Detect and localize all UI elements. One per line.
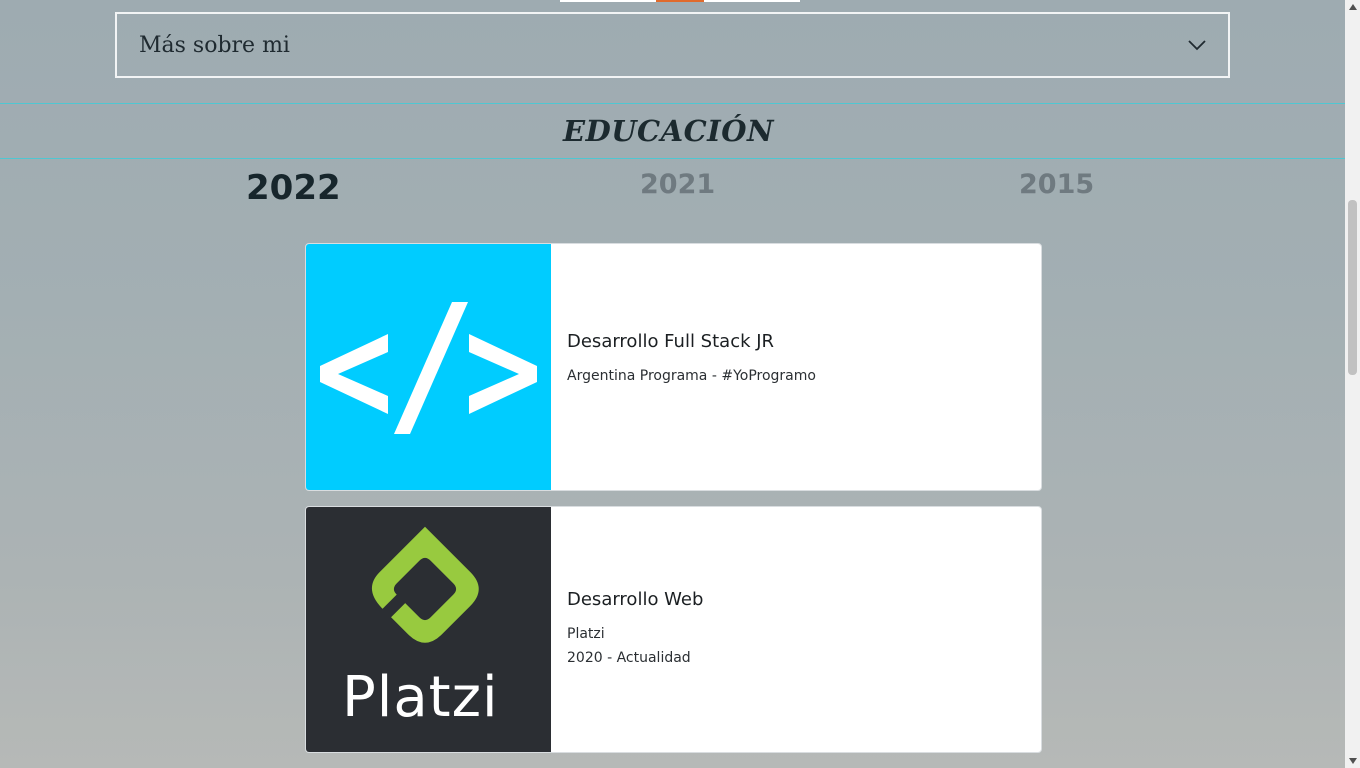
platzi-wordmark: Platzi xyxy=(342,665,499,730)
education-section-header: EDUCACIÓN xyxy=(0,103,1345,159)
education-card: Desarrollo Full Stack JR Argentina Progr… xyxy=(305,243,1042,491)
scroll-up-arrow-icon[interactable] xyxy=(1348,3,1357,11)
year-tab-2022[interactable]: 2022 xyxy=(246,168,341,208)
card-dates: 2020 - Actualidad xyxy=(567,650,691,666)
scrollbar-thumb[interactable] xyxy=(1348,200,1357,375)
vertical-scrollbar[interactable] xyxy=(1345,0,1360,768)
accordion-label: Más sobre mi xyxy=(139,32,290,58)
card-title: Desarrollo Full Stack JR xyxy=(567,330,775,352)
code-brackets-logo xyxy=(306,244,551,490)
card-institution: Platzi xyxy=(567,626,605,642)
year-tab-2021[interactable]: 2021 xyxy=(640,169,715,200)
card-title: Desarrollo Web xyxy=(567,589,704,610)
section-title: EDUCACIÓN xyxy=(562,114,775,148)
scroll-down-arrow-icon[interactable] xyxy=(1348,757,1357,765)
active-indicator xyxy=(656,0,704,2)
education-card: Platzi Desarrollo Web Platzi 2020 - Actu… xyxy=(305,506,1042,753)
about-me-accordion[interactable]: Más sobre mi xyxy=(115,12,1230,78)
year-tab-2015[interactable]: 2015 xyxy=(1019,169,1094,200)
chevron-down-icon[interactable] xyxy=(1188,36,1206,54)
card-subtitle: Argentina Programa - #YoProgramo xyxy=(567,367,816,384)
platzi-logo: Platzi xyxy=(306,507,551,752)
top-nav-indicator xyxy=(560,0,800,2)
